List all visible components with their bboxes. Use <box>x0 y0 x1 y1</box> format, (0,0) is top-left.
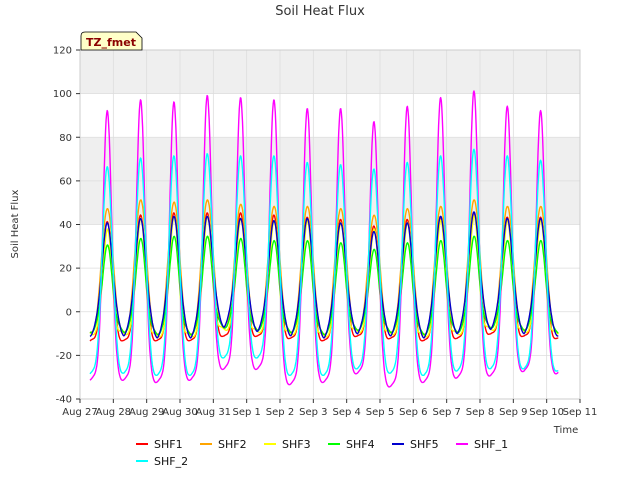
legend-label: SHF1 <box>154 438 183 451</box>
y-tick-label: 120 <box>53 46 72 57</box>
x-tick-label: Aug 29 <box>129 407 164 418</box>
y-tick-label: 40 <box>59 220 72 231</box>
y-tick-label: 20 <box>59 264 72 275</box>
x-tick-label: Sep 3 <box>299 407 327 418</box>
legend-label: SHF3 <box>282 438 311 451</box>
site-badge: TZ_fmet <box>80 31 143 51</box>
x-tick-label: Sep 6 <box>399 407 427 418</box>
y-tick-label: 80 <box>59 133 72 144</box>
x-tick-label: Aug 27 <box>62 407 97 418</box>
x-tick-label: Sep 1 <box>232 407 260 418</box>
site-badge-label: TZ_fmet <box>86 36 136 49</box>
legend-label: SHF2 <box>218 438 247 451</box>
soil-heat-flux-chart: -40 -20 0 20 40 60 80 100 120 Aug 27Aug 28Aug 29… <box>0 0 640 480</box>
y-tick-label: 100 <box>53 89 72 100</box>
x-tick-label: Sep 5 <box>366 407 394 418</box>
x-tick-label: Sep 10 <box>529 407 564 418</box>
x-tick-label: Sep 11 <box>563 407 598 418</box>
x-axis-title: Time <box>553 425 578 436</box>
y-tick-label: -20 <box>56 351 72 362</box>
legend-label: SHF_2 <box>154 455 188 468</box>
x-tick-label: Aug 31 <box>196 407 231 418</box>
shaded-band-1 <box>80 50 580 94</box>
x-tick-label: Aug 28 <box>96 407 131 418</box>
y-tick-label: 60 <box>59 176 72 187</box>
x-tick-label: Sep 4 <box>332 407 360 418</box>
x-tick-label: Sep 8 <box>466 407 494 418</box>
y-tick-label: -40 <box>56 395 72 406</box>
legend-label: SHF4 <box>346 438 375 451</box>
y-tick-label: 0 <box>66 307 72 318</box>
x-tick-label: Sep 9 <box>499 407 527 418</box>
legend-label: SHF_1 <box>474 438 508 451</box>
legend-label: SHF5 <box>410 438 439 451</box>
x-tick-label: Sep 7 <box>432 407 460 418</box>
y-axis-title: Soil Heat Flux <box>10 189 21 258</box>
x-tick-label: Sep 2 <box>266 407 294 418</box>
x-tick-label: Aug 30 <box>162 407 197 418</box>
chart-title: Soil Heat Flux <box>275 4 365 19</box>
